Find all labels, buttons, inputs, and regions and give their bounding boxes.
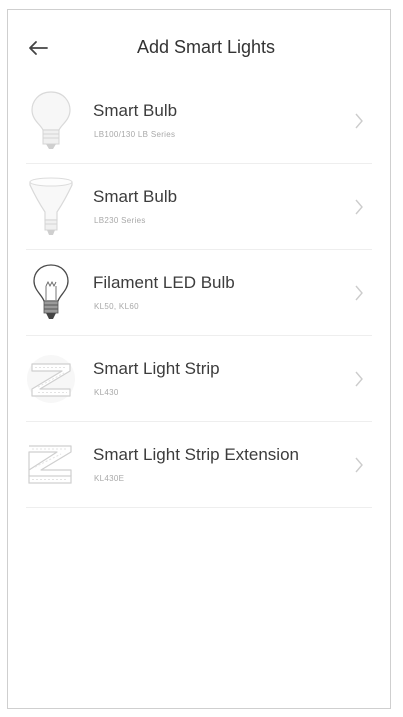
- item-name: Smart Light Strip: [93, 359, 220, 378]
- light-strip-extension-icon: [22, 432, 80, 498]
- list-item-smart-light-strip[interactable]: Smart Light Strip KL430: [8, 336, 390, 422]
- list-item-smart-bulb-lb100[interactable]: Smart Bulb LB100/130 LB Series: [8, 78, 390, 164]
- chevron-right-icon: [355, 371, 363, 387]
- page-title: Add Smart Lights: [136, 37, 276, 57]
- filament-bulb-icon: [22, 260, 80, 326]
- chevron-right-icon: [355, 199, 363, 215]
- item-model: LB100/130 LB Series: [94, 130, 176, 139]
- list-item-smart-bulb-lb230[interactable]: Smart Bulb LB230 Series: [8, 164, 390, 250]
- header: Add Smart Lights: [8, 10, 390, 82]
- item-name: Smart Light Strip Extension: [93, 445, 299, 464]
- device-list: Smart Bulb LB100/130 LB Series Smart Bul…: [8, 78, 390, 508]
- item-name: Filament LED Bulb: [93, 273, 235, 292]
- item-model: KL430: [94, 388, 119, 397]
- item-model: KL50, KL60: [94, 302, 139, 311]
- chevron-right-icon: [355, 457, 363, 473]
- chevron-right-icon: [355, 113, 363, 129]
- br30-bulb-icon: [22, 174, 80, 240]
- app-screen: Add Smart Lights Smart Bulb LB100/130 LB…: [7, 9, 391, 709]
- item-model: KL430E: [94, 474, 125, 483]
- chevron-right-icon: [355, 285, 363, 301]
- item-name: Smart Bulb: [93, 187, 178, 206]
- light-strip-icon: [22, 346, 80, 412]
- divider: [26, 507, 372, 508]
- item-name: Smart Bulb: [93, 101, 178, 120]
- a19-bulb-icon: [22, 88, 80, 154]
- list-item-smart-light-strip-extension[interactable]: Smart Light Strip Extension KL430E: [8, 422, 390, 508]
- item-model: LB230 Series: [94, 216, 146, 225]
- list-item-filament-led-bulb[interactable]: Filament LED Bulb KL50, KL60: [8, 250, 390, 336]
